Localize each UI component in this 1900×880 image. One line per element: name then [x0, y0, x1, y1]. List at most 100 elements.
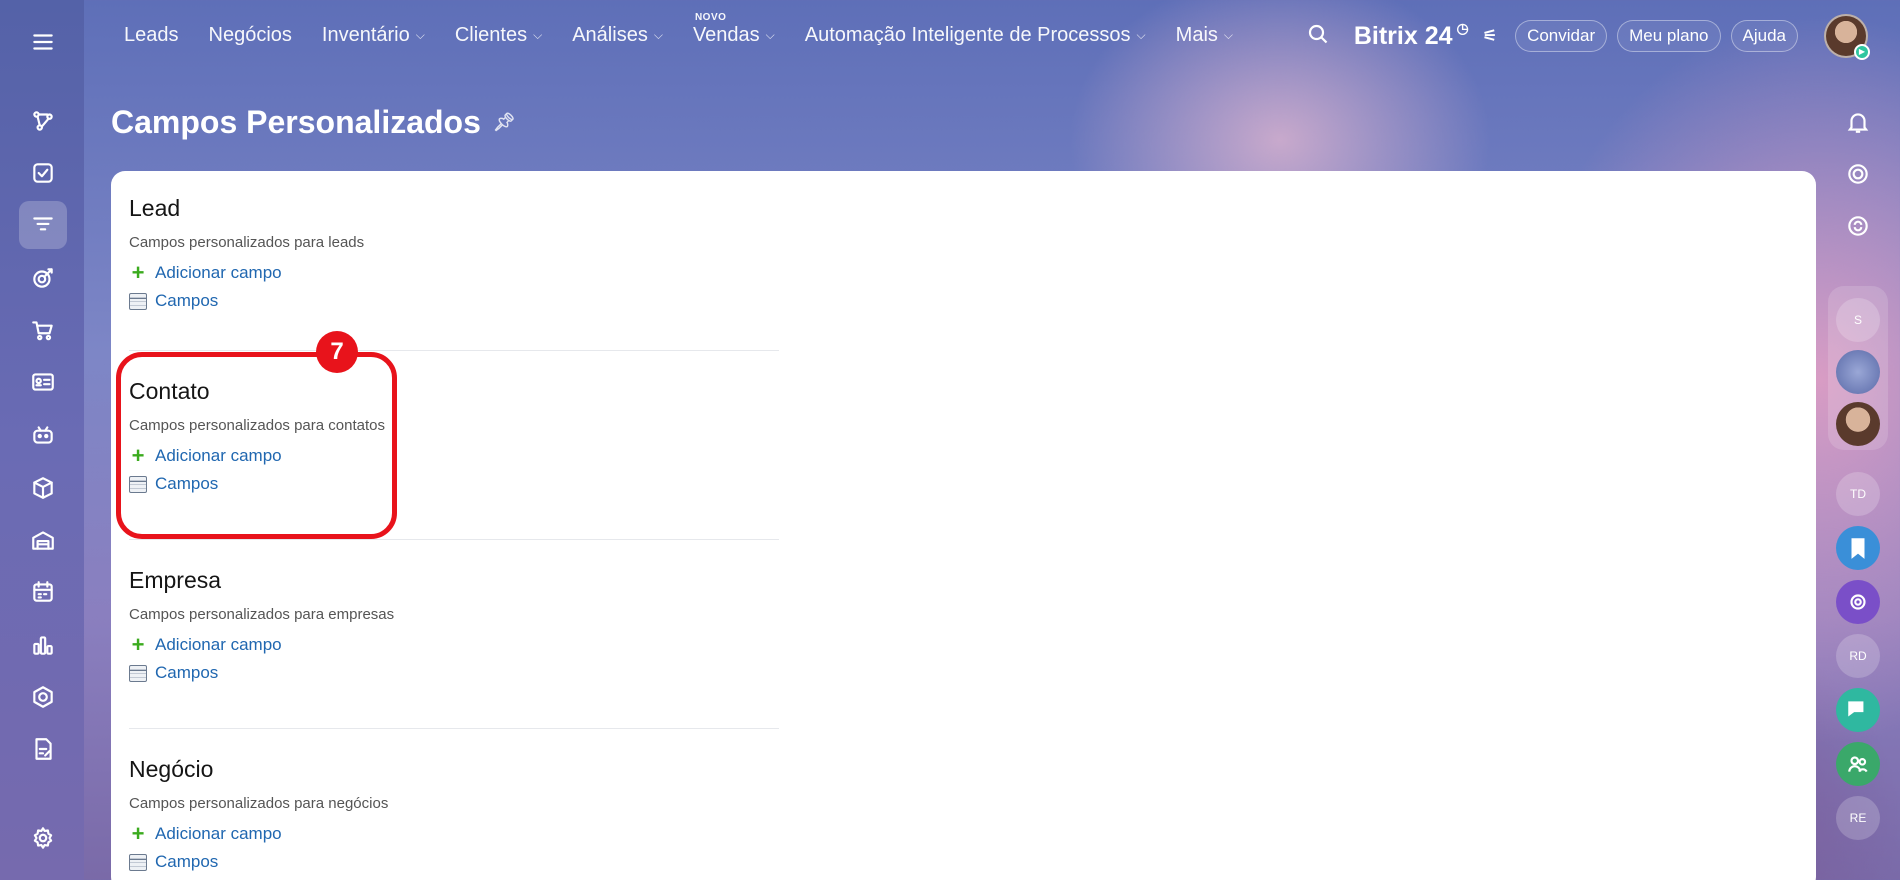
sidebar-item-calendar[interactable] — [19, 568, 67, 616]
sidebar-item-automation[interactable] — [19, 673, 67, 721]
search-icon — [1308, 24, 1328, 43]
nav-item-leads[interactable]: Leads — [124, 24, 179, 47]
chevron-down-icon: ⌵ — [765, 28, 775, 42]
user-avatar[interactable]: ▶ — [1824, 14, 1870, 60]
spiral-icon — [1850, 594, 1866, 610]
my-plan-button[interactable]: Meu plano — [1617, 20, 1721, 52]
clock-icon: ◷ — [1456, 19, 1469, 36]
sidebar-item-copilot[interactable] — [19, 411, 67, 459]
help-button[interactable]: Ajuda — [1730, 20, 1798, 52]
section-lead: Lead Campos personalizados para leads + A… — [129, 195, 769, 319]
nav-item-analises[interactable]: Análises ⌵ — [572, 24, 663, 47]
chat-avatar-rd[interactable]: RD — [1836, 634, 1880, 678]
cart-icon — [32, 321, 53, 341]
sidebar-item-catalog[interactable] — [19, 464, 67, 512]
hamburger-icon — [33, 34, 53, 50]
section-negocio: Negócio Campos personalizados para negóc… — [129, 756, 769, 880]
chat-avatar-re[interactable]: RE — [1836, 796, 1880, 840]
nav-item-label: Clientes — [454, 24, 528, 46]
play-icon: ▶ — [1854, 44, 1870, 60]
menu-toggle-button[interactable] — [19, 18, 67, 66]
nav-item-negocios[interactable]: Negócios — [209, 24, 292, 47]
avatar-initials: S — [1853, 313, 1862, 327]
box-icon — [33, 477, 53, 499]
left-sidebar — [0, 0, 84, 880]
avatar-initials: TD — [1850, 487, 1866, 501]
fields-link[interactable]: Campos — [129, 852, 769, 872]
settings-sliders-icon[interactable]: ⚟ — [1483, 26, 1497, 46]
nav-item-mais[interactable]: Mais ⌵ — [1176, 24, 1233, 47]
bar-chart-icon — [33, 636, 53, 655]
sidebar-item-store[interactable] — [19, 306, 67, 354]
section-title: Negócio — [129, 756, 214, 782]
sidebar-item-crm[interactable] — [19, 201, 67, 249]
page-title-text: Campos Personalizados — [111, 104, 481, 140]
avatar-initials: RD — [1849, 649, 1867, 663]
sidebar-item-analytics[interactable] — [19, 621, 67, 669]
chat-search-button[interactable] — [1836, 204, 1880, 248]
sidebar-item-warehouse[interactable] — [19, 516, 67, 564]
invite-button[interactable]: Convidar — [1515, 20, 1608, 52]
sidebar-item-feed[interactable] — [19, 97, 67, 145]
fields-link[interactable]: Campos — [129, 291, 769, 311]
calendar-icon — [33, 581, 53, 602]
search-button[interactable] — [1306, 22, 1330, 51]
copilot-button[interactable] — [1836, 152, 1880, 196]
chat-avatar-s[interactable]: S — [1836, 298, 1880, 342]
general-chat-button[interactable] — [1836, 688, 1880, 732]
add-field-label: Adicionar campo — [155, 824, 282, 843]
nav-item-label: Inventário — [321, 24, 410, 46]
pin-icon[interactable]: 📌︎ — [493, 112, 516, 133]
chevron-down-icon: ⌵ — [415, 28, 425, 42]
nav-item-vendas[interactable]: NOVO Vendas ⌵ — [693, 12, 775, 47]
target-icon — [33, 268, 53, 288]
table-icon — [129, 853, 147, 871]
nav-item-clientes[interactable]: Clientes ⌵ — [455, 24, 542, 47]
warehouse-icon — [32, 531, 54, 550]
plus-icon: + — [131, 821, 145, 846]
right-sidebar: S TD RD RE — [1816, 76, 1900, 880]
fields-link[interactable]: Campos — [129, 663, 769, 683]
nav-item-label: Negócios — [208, 24, 292, 46]
group-chat-button[interactable] — [1836, 742, 1880, 786]
copilot-chat-button[interactable] — [1836, 580, 1880, 624]
sidebar-settings-button[interactable] — [19, 814, 67, 862]
section-empresa: Empresa Campos personalizados para empre… — [129, 567, 769, 691]
nav-item-label: Automação Inteligente de Processos — [804, 24, 1131, 46]
main-nav: Leads Negócios Inventário ⌵ Clientes ⌵ Aná… — [124, 12, 1263, 47]
fields-label: Campos — [155, 663, 219, 682]
page-title: Campos Personalizados 📌︎ — [111, 104, 516, 141]
chat-refresh-icon — [1848, 216, 1868, 236]
chevron-down-icon: ⌵ — [1223, 28, 1233, 42]
sidebar-item-tasks[interactable] — [19, 149, 67, 197]
notifications-button[interactable] — [1836, 100, 1880, 144]
nav-item-automacao[interactable]: Automação Inteligente de Processos ⌵ — [805, 24, 1146, 47]
section-description: Campos personalizados para leads — [129, 234, 365, 251]
table-icon — [129, 292, 147, 310]
nav-item-inventario[interactable]: Inventário ⌵ — [322, 24, 425, 47]
bookmark-icon — [1851, 538, 1865, 559]
add-field-link[interactable]: + Adicionar campo — [129, 821, 769, 846]
highlight-frame — [116, 352, 397, 539]
add-field-link[interactable]: + Adicionar campo — [129, 634, 769, 656]
section-title: Empresa — [129, 567, 222, 593]
divider — [129, 350, 779, 351]
add-field-label: Adicionar campo — [155, 635, 282, 654]
chevron-down-icon: ⌵ — [653, 28, 663, 42]
network-icon — [33, 111, 53, 131]
add-field-link[interactable]: + Adicionar campo — [129, 262, 769, 284]
chat-avatar-user[interactable] — [1836, 402, 1880, 446]
nav-item-label: Leads — [124, 24, 179, 46]
bookmark-chat-button[interactable] — [1836, 526, 1880, 570]
sidebar-item-marketing[interactable] — [19, 254, 67, 302]
swirl-icon — [1848, 164, 1868, 184]
fields-label: Campos — [155, 852, 219, 871]
chat-avatar-group[interactable] — [1836, 350, 1880, 394]
bell-icon — [1847, 113, 1869, 133]
brand-logo[interactable]: Bitrix 24 ◷ ⚟ — [1354, 19, 1497, 51]
chat-avatar-td[interactable]: TD — [1836, 472, 1880, 516]
nav-item-label: Mais — [1175, 24, 1218, 46]
sidebar-item-contact-center[interactable] — [19, 358, 67, 406]
sidebar-item-docs[interactable] — [19, 725, 67, 773]
funnel-icon — [33, 217, 53, 231]
